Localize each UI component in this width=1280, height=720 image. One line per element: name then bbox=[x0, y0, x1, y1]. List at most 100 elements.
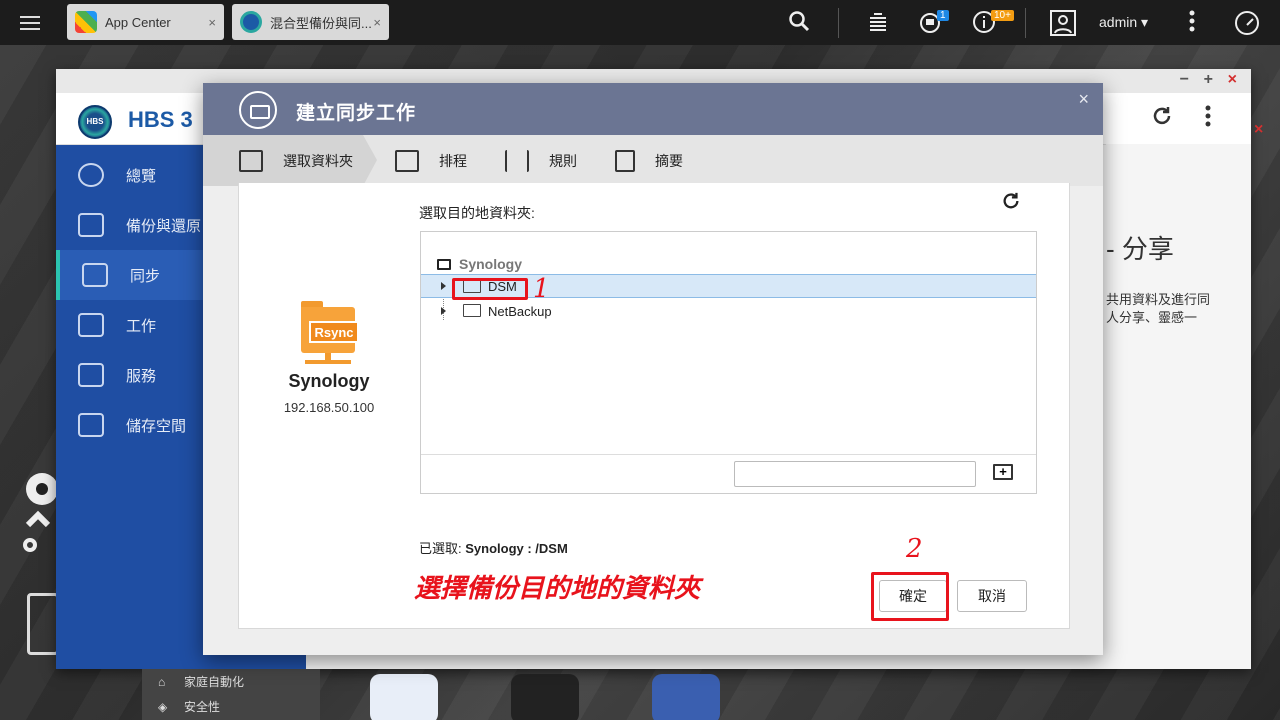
calendar-icon bbox=[395, 149, 419, 172]
tree-root-label: Synology bbox=[459, 256, 523, 272]
annotation-number: 1 bbox=[533, 274, 550, 304]
step-label: 規則 bbox=[549, 152, 577, 169]
step-rules[interactable]: 規則 bbox=[505, 135, 577, 186]
sidebar-item-label: 工作 bbox=[126, 317, 157, 335]
folder-picker-panel: Rsync Synology 192.168.50.100 選取目的地資料夾: … bbox=[238, 183, 1070, 629]
backup-icon bbox=[78, 213, 104, 237]
source-name: Synology bbox=[288, 371, 370, 391]
tree-footer: + bbox=[421, 454, 1036, 494]
selected-path: 已選取: Synology : /DSM bbox=[419, 538, 568, 557]
maximize-icon[interactable]: + bbox=[1204, 71, 1213, 89]
notification-badge: 1 bbox=[937, 10, 949, 21]
storage-icon bbox=[78, 413, 104, 437]
rsync-label: Rsync bbox=[309, 321, 359, 343]
more-vertical-icon[interactable] bbox=[1204, 105, 1212, 132]
annotation-number: 2 bbox=[906, 534, 923, 564]
refresh-icon[interactable] bbox=[1151, 105, 1173, 132]
refresh-icon[interactable] bbox=[1001, 191, 1021, 217]
divider bbox=[838, 8, 839, 38]
new-folder-input[interactable] bbox=[734, 461, 976, 487]
folder-icon bbox=[437, 258, 451, 270]
close-icon[interactable]: × bbox=[1254, 121, 1263, 139]
hbs-logo: HBS bbox=[78, 105, 112, 139]
sidebar-item-label: 儲存空間 bbox=[126, 417, 187, 435]
tab-app-center[interactable]: App Center × bbox=[67, 4, 224, 40]
gauge-icon bbox=[78, 163, 104, 187]
destination-label: 選取目的地資料夾: bbox=[419, 205, 535, 221]
tree-root[interactable]: Synology bbox=[437, 256, 522, 272]
app-icon[interactable] bbox=[370, 674, 438, 720]
annotation-box-ok bbox=[871, 572, 949, 621]
shield-icon: ◈ bbox=[158, 699, 168, 714]
tab-label: App Center bbox=[105, 14, 171, 30]
cancel-button[interactable]: 取消 bbox=[957, 580, 1027, 612]
logo-text: HBS bbox=[86, 117, 104, 126]
sync-job-icon bbox=[239, 91, 277, 129]
clipboard-icon bbox=[615, 149, 635, 172]
jobs-icon bbox=[78, 313, 104, 337]
close-icon[interactable]: × bbox=[208, 15, 216, 30]
user-menu[interactable]: admin ▾ bbox=[1099, 14, 1148, 31]
step-select-folder[interactable]: 選取資料夾 bbox=[203, 135, 363, 186]
app-icon[interactable] bbox=[652, 674, 720, 720]
menu-icon[interactable] bbox=[0, 0, 60, 45]
annotation-note: 選擇備份目的地的資料夾 bbox=[414, 573, 701, 603]
folder-check-icon bbox=[239, 149, 263, 172]
annotation-box-dsm bbox=[452, 278, 528, 300]
sidebar-item-label: 總覽 bbox=[126, 167, 157, 185]
share-title-text: 分享 bbox=[1121, 234, 1174, 264]
share-text-line: 人分享、靈感一 bbox=[1106, 310, 1198, 325]
tree-item-label: NetBackup bbox=[488, 303, 552, 319]
desktop-panel: ⌂ 家庭自動化 ◈ 安全性 bbox=[142, 669, 320, 720]
sliders-icon bbox=[505, 149, 529, 172]
close-icon[interactable]: × bbox=[373, 15, 381, 30]
gauge-icon[interactable] bbox=[1234, 10, 1260, 42]
search-icon[interactable] bbox=[788, 10, 810, 38]
share-title: - 分享 bbox=[1106, 234, 1174, 264]
hbs-main-right bbox=[1106, 144, 1251, 669]
panel-item-home-automation[interactable]: ⌂ 家庭自動化 bbox=[142, 669, 320, 694]
sidebar-item-label: 同步 bbox=[130, 267, 161, 285]
user-icon[interactable] bbox=[1050, 10, 1076, 42]
sync-icon bbox=[82, 263, 108, 287]
share-text-line: 共用資料及進行同 bbox=[1106, 292, 1211, 307]
dialog-header: 建立同步工作 × bbox=[203, 83, 1103, 135]
tree-item-netbackup[interactable]: NetBackup bbox=[421, 299, 1036, 323]
step-summary[interactable]: 摘要 bbox=[615, 135, 683, 186]
selected-value: Synology : /DSM bbox=[465, 541, 568, 556]
step-arrow bbox=[363, 135, 377, 186]
panel-item-label: 家庭自動化 bbox=[184, 675, 245, 689]
expand-icon[interactable] bbox=[441, 282, 446, 290]
panel-item-label: 安全性 bbox=[184, 700, 221, 714]
tab-hbs[interactable]: 混合型備份與同... × bbox=[232, 4, 389, 40]
trash-icon[interactable] bbox=[27, 593, 59, 655]
step-schedule[interactable]: 排程 bbox=[395, 135, 467, 186]
step-label: 摘要 bbox=[655, 152, 683, 169]
wizard-steps: 選取資料夾 排程 規則 摘要 bbox=[203, 135, 1103, 186]
step-label: 選取資料夾 bbox=[283, 152, 353, 169]
app-center-icon bbox=[75, 11, 97, 33]
new-folder-icon[interactable]: + bbox=[993, 464, 1013, 480]
minimize-icon[interactable]: − bbox=[1180, 71, 1189, 89]
close-icon[interactable]: × bbox=[1228, 71, 1237, 89]
divider bbox=[1025, 8, 1026, 38]
expand-icon[interactable] bbox=[441, 307, 446, 315]
sidebar-item-label: 備份與還原 bbox=[126, 217, 202, 235]
more-vertical-icon[interactable] bbox=[1188, 10, 1196, 38]
event-badge: 10+ bbox=[991, 10, 1014, 21]
share-description: 共用資料及進行同 人分享、靈感一 bbox=[1106, 291, 1210, 327]
step-label: 排程 bbox=[439, 152, 467, 169]
panel-item-security[interactable]: ◈ 安全性 bbox=[142, 694, 320, 719]
sidebar-item-label: 服務 bbox=[126, 367, 157, 385]
services-icon bbox=[78, 363, 104, 387]
tab-label: 混合型備份與同... bbox=[270, 15, 372, 31]
close-icon[interactable]: × bbox=[1078, 89, 1089, 110]
stack-icon[interactable] bbox=[866, 10, 890, 40]
chevron-down-icon: ▾ bbox=[1141, 14, 1149, 30]
username: admin bbox=[1099, 14, 1138, 30]
selected-prefix: 已選取: bbox=[419, 541, 462, 556]
dialog-title: 建立同步工作 bbox=[296, 103, 417, 124]
app-icon[interactable] bbox=[511, 674, 579, 720]
hbs-app-icon bbox=[240, 11, 262, 33]
robot-icon bbox=[20, 465, 58, 555]
